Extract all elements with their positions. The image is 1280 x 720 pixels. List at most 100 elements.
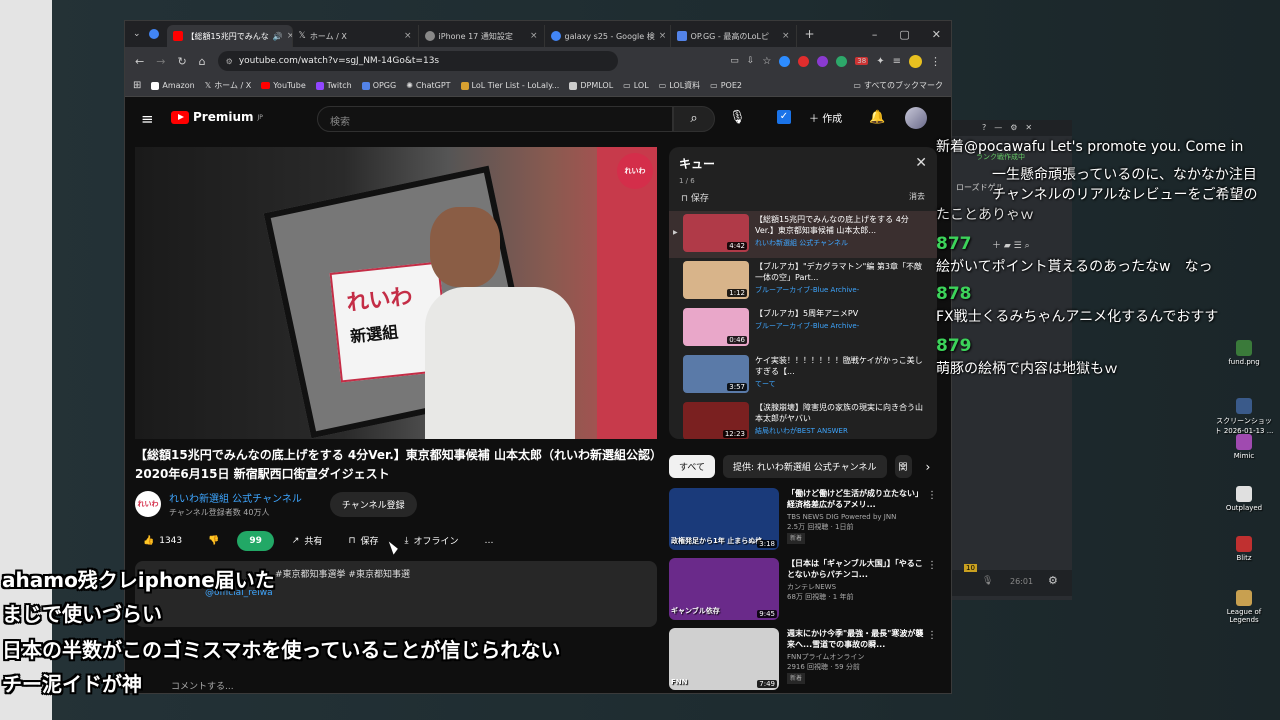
queue-thumbnail[interactable]: 12:23	[683, 402, 749, 439]
forward-icon[interactable]: →	[156, 55, 165, 68]
mic-icon[interactable]: 🎙	[982, 576, 993, 586]
channel-avatar[interactable]: れいわ	[135, 491, 161, 517]
all-bookmarks[interactable]: ▭ すべてのブックマーク	[853, 80, 943, 91]
desktop-shortcut[interactable]: Outplayed	[1214, 486, 1274, 512]
recommended-channel[interactable]: FNNプライムオンライン	[787, 652, 927, 662]
search-icon[interactable]: ⌕	[673, 106, 715, 132]
tab-search-icon[interactable]: ⌄	[125, 29, 149, 39]
tab-google[interactable]: galaxy s25 - Google 検 ×	[545, 25, 671, 47]
queue-thumbnail[interactable]: 4:42	[683, 214, 749, 252]
reload-icon[interactable]: ↻	[177, 55, 186, 68]
queue-close-icon[interactable]: ✕	[915, 155, 927, 171]
channel-name[interactable]: れいわ新選組 公式チャンネル	[169, 490, 302, 505]
video-thumbnail[interactable]: ギャンブル依存 9:45	[669, 558, 779, 620]
recommended-video[interactable]: 政権発足から1年 止まらぬ格 3:18 「働けど働けど生活が成り立たない」経済格差広…	[669, 488, 937, 558]
bookmark-star-icon[interactable]: ☆	[762, 56, 771, 67]
recommended-channel[interactable]: カンテレNEWS	[787, 582, 927, 592]
video-thumbnail[interactable]: 政権発足から1年 止まらぬ格 3:18	[669, 488, 779, 550]
dislike-button[interactable]: 👎	[200, 531, 227, 551]
cast-icon[interactable]: ▭	[730, 56, 739, 66]
bookmark-folder-lol[interactable]: ▭ LOL	[623, 81, 649, 90]
recommended-channel[interactable]: TBS NEWS DIG Powered by JNN	[787, 512, 927, 522]
bookmark-amazon[interactable]: Amazon	[151, 81, 195, 90]
minimize-icon[interactable]: –	[872, 28, 878, 41]
extension-badge[interactable]: 38	[855, 57, 869, 65]
home-icon[interactable]: ⌂	[199, 55, 206, 68]
desktop-shortcut[interactable]: Blitz	[1214, 536, 1274, 562]
audio-icon[interactable]: 🔊	[273, 32, 283, 41]
tab-close-icon[interactable]: ×	[782, 31, 790, 41]
queue-thumbnail[interactable]: 1:12	[683, 261, 749, 299]
chip-all[interactable]: すべて	[669, 455, 716, 478]
settings-icon[interactable]: ⚙	[1048, 574, 1058, 587]
bookmark-chatgpt[interactable]: ✺ ChatGPT	[406, 81, 450, 90]
comment-input[interactable]: コメントする...	[171, 679, 234, 692]
tab-youtube[interactable]: 【総額15兆円でみんな 🔊 ×	[166, 25, 293, 47]
bookmark-folder-lolmaterials[interactable]: ▭ LOL資料	[659, 80, 701, 91]
video-thumbnail[interactable]: FNN 7:49	[669, 628, 779, 690]
offline-button[interactable]: ⤓ オフライン	[396, 529, 466, 552]
extension-red-icon[interactable]	[798, 55, 810, 67]
bookmark-opgg[interactable]: OPGG	[361, 81, 396, 90]
queue-item[interactable]: 3:57 ケイ実装！！！！！！！臨戦ケイがかっこ美しすぎる【... てーて	[669, 352, 937, 399]
hamburger-menu-icon[interactable]: ≡	[141, 110, 154, 128]
account-avatar[interactable]	[905, 107, 927, 129]
new-tab-icon[interactable]: +	[797, 27, 823, 41]
microphone-icon[interactable]: 🎙	[729, 110, 746, 125]
video-player[interactable]: れいわ 新選組 れいわ	[135, 147, 657, 439]
close-window-icon[interactable]: ✕	[932, 28, 941, 41]
maximize-icon[interactable]: ▢	[899, 28, 909, 41]
share-button[interactable]: ↗ 共有	[284, 529, 331, 552]
bookmark-loltierlist[interactable]: LoL Tier List - LoLaly...	[460, 81, 559, 90]
apps-icon[interactable]: ⊞	[133, 80, 141, 91]
queue-item[interactable]: 1:12 【ブルアカ】"デカグラマトン"編 第3章「不敵一体の空」Part... ブ…	[669, 258, 937, 305]
queue-item[interactable]: ▶ 4:42 【総額15兆円でみんなの底上げをする 4分Ver.】東京都知事候補 山…	[669, 211, 937, 258]
reading-list-icon[interactable]: ≡	[893, 56, 901, 67]
queue-thumbnail[interactable]: 0:46	[683, 308, 749, 346]
search-input[interactable]: 検索	[317, 106, 673, 132]
like-button[interactable]: 👍 1343	[135, 531, 190, 551]
bookmark-x[interactable]: 𝕏 ホーム / X	[205, 80, 251, 91]
site-info-icon[interactable]: ⚙	[226, 57, 233, 66]
extension-check-icon[interactable]: ✓	[777, 110, 791, 124]
recommended-video[interactable]: ギャンブル依存 9:45 【日本は「ギャンブル大国」】「やることないからパチンコ..…	[669, 558, 937, 628]
chip-related[interactable]: 関	[894, 455, 912, 478]
video-menu-icon[interactable]: ⋮	[927, 630, 937, 641]
notification-bell-icon[interactable]: 🔔	[869, 110, 885, 125]
tab-x-home[interactable]: 𝕏 ホーム / X ×	[293, 25, 419, 47]
back-icon[interactable]: ←	[135, 55, 144, 68]
extension-blue-icon[interactable]	[779, 55, 791, 67]
chip-from-channel[interactable]: 提供: れいわ新選組 公式チャンネル	[723, 455, 887, 478]
create-button[interactable]: ＋ 作成	[809, 110, 842, 125]
tab-close-icon[interactable]: ×	[530, 31, 538, 41]
tab-iphone[interactable]: iPhone 17 通知設定 ×	[419, 25, 545, 47]
recommended-video[interactable]: FNN 7:49 週末にかけ今季"最強・最長"寒波が襲来へ...雪道での事故の瞬..…	[669, 628, 937, 693]
thanks-button[interactable]: 99	[237, 530, 274, 551]
extensions-puzzle-icon[interactable]: ✦	[876, 56, 884, 67]
subscribe-button[interactable]: チャンネル登録	[329, 491, 417, 517]
queue-clear-button[interactable]: 消去	[909, 191, 925, 202]
desktop-shortcut[interactable]: League of Legends	[1214, 590, 1274, 624]
queue-item[interactable]: 12:23 【涙腺崩壊】障害児の家族の現実に向き合う山本太郎がヤバい 結局れいわがB…	[669, 399, 937, 439]
video-menu-icon[interactable]: ⋮	[927, 490, 937, 501]
queue-save-button[interactable]: ⊓ 保存	[681, 191, 709, 204]
desktop-shortcut[interactable]: Mimic	[1214, 434, 1274, 460]
bookmark-dpmlol[interactable]: DPMLOL	[569, 81, 613, 90]
bookmark-twitch[interactable]: Twitch	[315, 81, 352, 90]
install-icon[interactable]: ⇩	[747, 56, 755, 66]
queue-thumbnail[interactable]: 3:57	[683, 355, 749, 393]
save-button[interactable]: ⊓ 保存	[340, 529, 386, 552]
extension-green-icon[interactable]	[836, 55, 848, 67]
chips-next-icon[interactable]: ›	[926, 460, 931, 474]
tab-opgg[interactable]: OP.GG - 最高のLoLピ ×	[671, 25, 797, 47]
tab-close-icon[interactable]: ×	[404, 31, 412, 41]
youtube-logo[interactable]: Premium JP	[171, 110, 263, 124]
address-bar[interactable]: ⚙ youtube.com/watch?v=sgJ_NM-14Go&t=13s	[217, 51, 618, 71]
video-menu-icon[interactable]: ⋮	[927, 560, 937, 571]
chrome-menu-icon[interactable]: ⋮	[930, 55, 941, 68]
tab-close-icon[interactable]: ×	[659, 31, 667, 41]
more-actions-icon[interactable]: …	[476, 531, 501, 551]
profile-icon[interactable]	[909, 54, 922, 68]
desktop-shortcut[interactable]: スクリーンショット 2026-01-13 ...	[1214, 398, 1274, 436]
queue-item[interactable]: 0:46 【ブルアカ】5周年アニメPV ブルーアーカイブ-Blue Archive-	[669, 305, 937, 352]
